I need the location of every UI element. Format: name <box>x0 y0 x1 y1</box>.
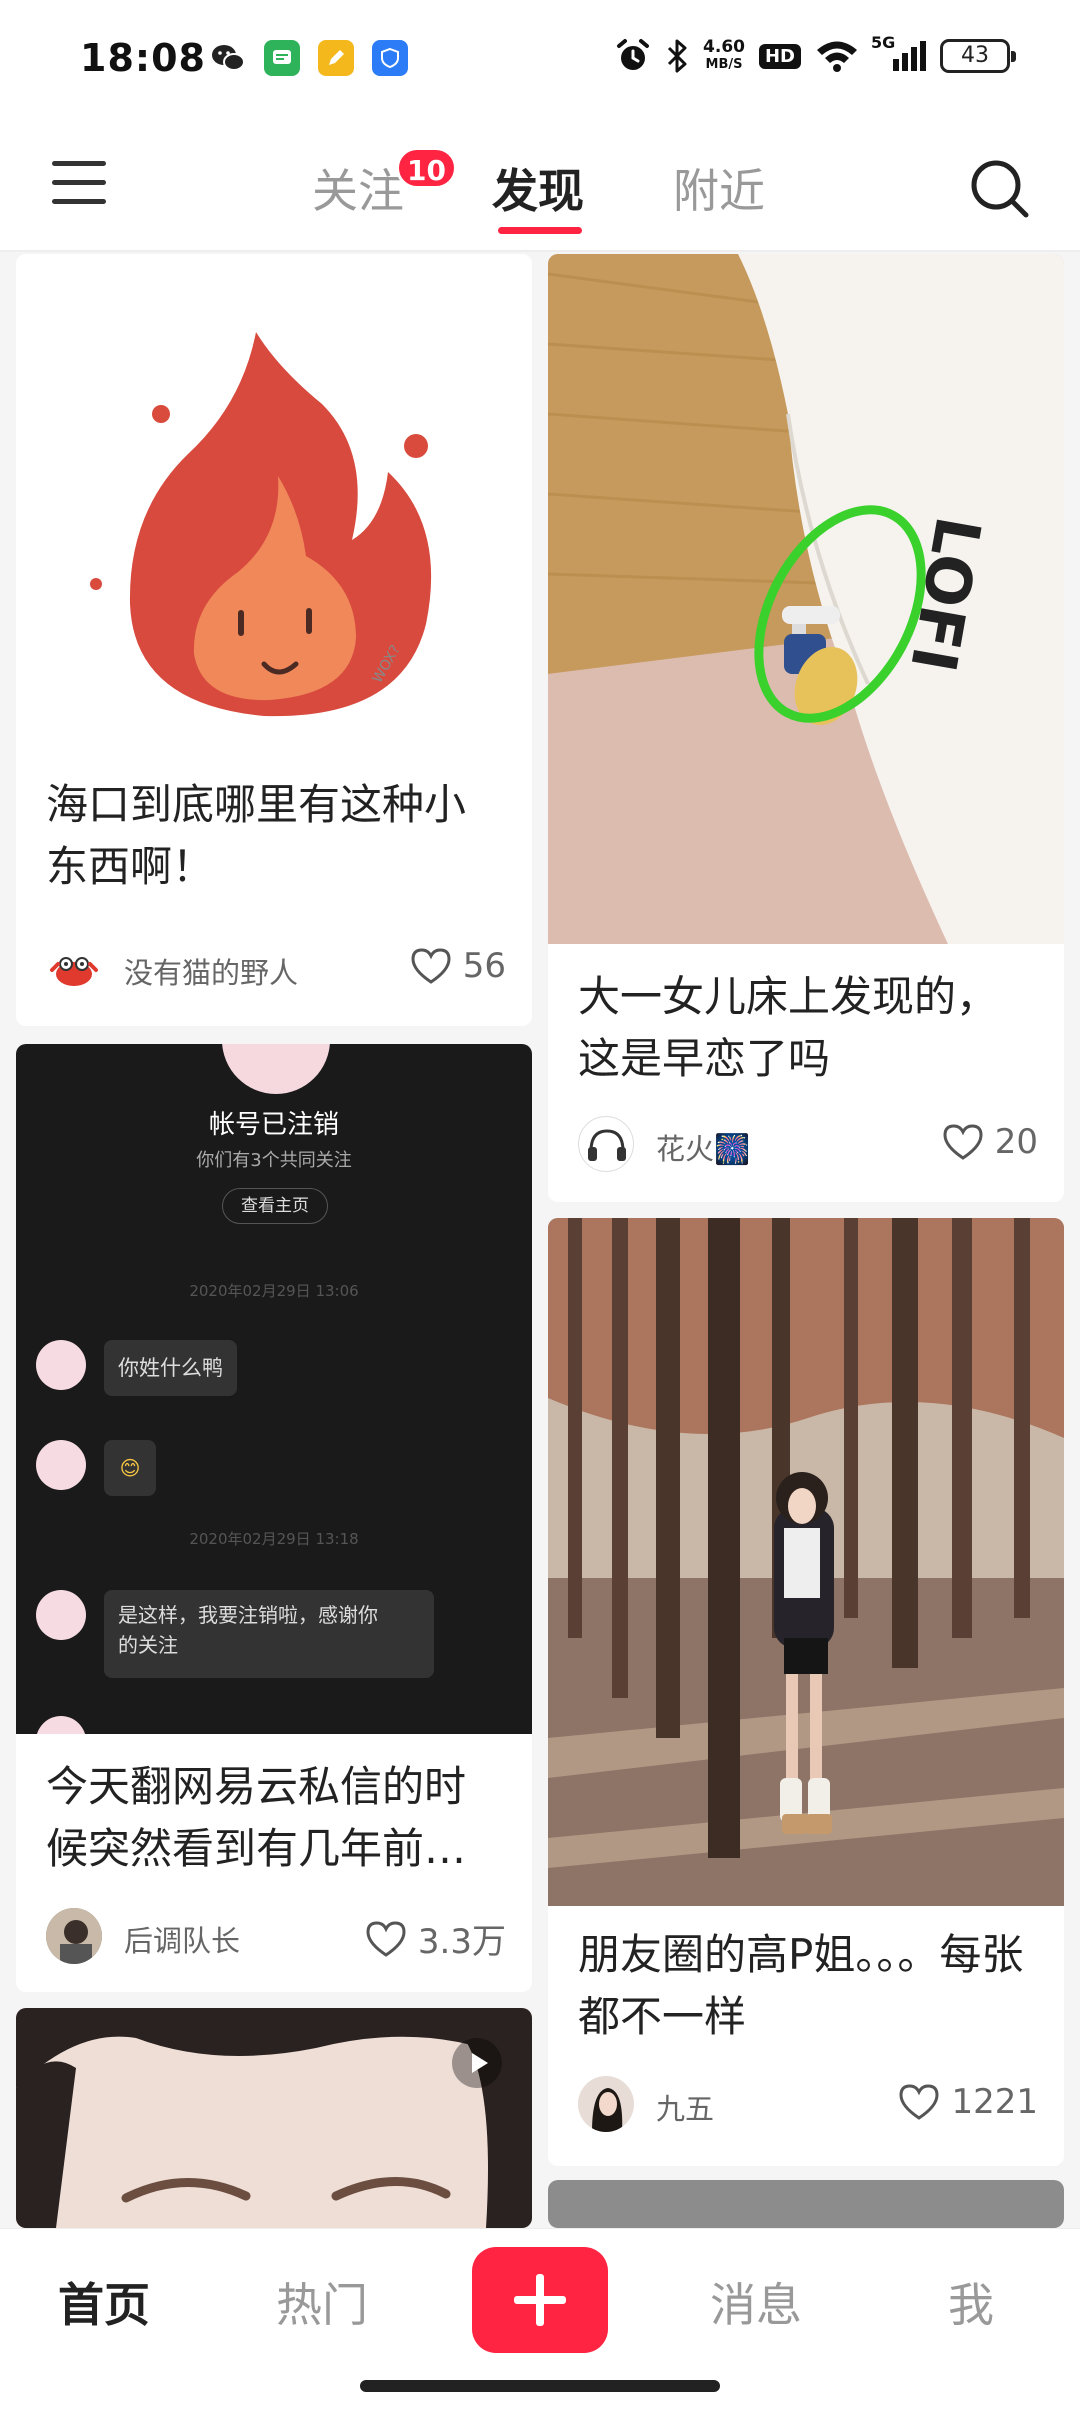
nav-messages[interactable]: 消息 <box>710 2269 802 2335</box>
author-avatar[interactable] <box>46 1908 102 1964</box>
post-meta: 九五 1221 <box>578 2076 1038 2136</box>
wechat-icon <box>210 40 246 76</box>
create-post-button[interactable] <box>472 2247 608 2353</box>
post-meta: 花火🎆 20 <box>578 1116 1038 1176</box>
home-indicator[interactable] <box>360 2380 720 2392</box>
like-button[interactable]: 3.3万 <box>364 1914 506 1963</box>
author-name[interactable]: 没有猫的野人 <box>124 950 298 992</box>
feed-card[interactable]: 朋友圈的高P姐。。。每张都不一样 九五 1221 <box>548 1218 1064 2166</box>
like-button[interactable]: 1221 <box>897 2082 1038 2122</box>
hd-badge: HD <box>758 43 801 69</box>
post-title[interactable]: 大一女儿床上发现的，这是早恋了吗 <box>578 966 1038 1090</box>
feed-card[interactable]: 帐号已注销 你们有3个共同关注 查看主页 2020年02月29日 13:06 你… <box>16 1044 532 1992</box>
chat-avatar <box>36 1716 86 1734</box>
heart-icon <box>943 1124 983 1160</box>
post-title[interactable]: 朋友圈的高P姐。。。每张都不一样 <box>578 1924 1038 2048</box>
post-meta: 后调队长 3.3万 <box>46 1908 506 1968</box>
author-name[interactable]: 后调队长 <box>124 1918 240 1960</box>
tab-discover[interactable]: 发现 <box>492 155 584 221</box>
like-count: 3.3万 <box>417 1922 506 1962</box>
status-indicators: 4.60 MB/S HD 5G 43 <box>615 33 1016 74</box>
post-image: 帐号已注销 你们有3个共同关注 查看主页 2020年02月29日 13:06 你… <box>16 1044 532 1734</box>
post-image <box>548 1218 1064 1906</box>
status-bar: 18:08 4.60 MB/S HD 5G 43 <box>0 0 1080 125</box>
feed-card[interactable]: WOX? 海口到底哪里有这种小东西啊！ 没有猫的野人 56 <box>16 254 532 1026</box>
search-icon[interactable] <box>968 157 1032 221</box>
video-thumbnail <box>16 2008 532 2228</box>
chat-avatar <box>36 1440 86 1490</box>
nav-hot[interactable]: 热门 <box>276 2269 368 2335</box>
video-play-icon <box>452 2038 502 2088</box>
feed-card[interactable]: LOFI 大一女儿床上发现的，这是早恋了吗 花火🎆 20 <box>548 254 1064 1202</box>
author-name[interactable]: 九五 <box>656 2086 714 2128</box>
network-speed: 4.60 MB/S <box>703 37 745 72</box>
chat-avatar-top <box>222 1044 330 1094</box>
signal-icon: 5G <box>871 33 926 71</box>
heart-icon <box>899 2084 939 2120</box>
nav-home[interactable]: 首页 <box>58 2269 150 2335</box>
chat-bubble-line: 是这样，我要注销啦，感谢你 <box>118 1603 378 1627</box>
menu-icon-line <box>52 161 106 166</box>
chat-bubble: 😊 <box>104 1440 156 1496</box>
messages-icon <box>264 40 300 76</box>
alarm-icon <box>617 39 650 70</box>
like-count: 1221 <box>951 2082 1038 2122</box>
follow-badge: 10 <box>396 147 457 189</box>
post-meta: 没有猫的野人 56 <box>46 940 506 1000</box>
like-button[interactable]: 20 <box>941 1122 1038 1162</box>
view-profile-button: 查看主页 <box>222 1188 328 1224</box>
author-name[interactable]: 花火🎆 <box>656 1126 750 1168</box>
menu-button[interactable] <box>52 161 110 217</box>
chat-subheader: 你们有3个共同关注 <box>196 1150 352 1171</box>
nav-me[interactable]: 我 <box>948 2269 994 2335</box>
post-title[interactable]: 今天翻网易云私信的时候突然看到有几年前… <box>46 1756 506 1880</box>
chat-header: 帐号已注销 <box>208 1110 339 1140</box>
active-tab-indicator <box>498 227 582 234</box>
like-count: 56 <box>462 946 506 986</box>
top-nav: 关注 10 发现 附近 <box>0 125 1080 252</box>
bluetooth-icon <box>667 39 687 73</box>
chat-date: 2020年02月29日 13:18 <box>189 1530 359 1548</box>
chat-bubble-line: 的关注 <box>118 1633 178 1657</box>
feed-card[interactable] <box>16 2008 532 2228</box>
author-avatar[interactable] <box>578 2076 634 2132</box>
heart-icon <box>411 948 451 984</box>
status-time: 18:08 <box>80 36 206 80</box>
tab-follow[interactable]: 关注 <box>312 155 404 221</box>
post-image <box>548 2180 1064 2228</box>
post-image: WOX? <box>16 254 532 754</box>
like-button[interactable]: 56 <box>409 946 506 986</box>
chat-bubble: 是这样，我要注销啦，感谢你 的关注 <box>104 1590 434 1678</box>
chat-avatar <box>36 1340 86 1390</box>
heart-icon <box>366 1920 406 1957</box>
battery-indicator: 43 <box>940 39 1016 73</box>
chat-date: 2020年02月29日 13:06 <box>189 1282 359 1300</box>
like-count: 20 <box>994 1122 1038 1162</box>
feed-card[interactable] <box>548 2180 1064 2228</box>
menu-icon-line <box>52 199 106 204</box>
notes-icon <box>318 40 354 76</box>
tab-nearby[interactable]: 附近 <box>673 155 765 221</box>
post-title[interactable]: 海口到底哪里有这种小东西啊！ <box>46 774 506 898</box>
status-app-icons <box>210 40 408 76</box>
chat-avatar <box>36 1590 86 1640</box>
wifi-icon <box>817 41 857 72</box>
security-icon <box>372 40 408 76</box>
author-avatar[interactable] <box>46 940 102 996</box>
post-image: LOFI <box>548 254 1064 944</box>
author-avatar[interactable] <box>578 1116 634 1172</box>
chat-bubble: 你姓什么鸭 <box>104 1340 237 1396</box>
menu-icon-line <box>52 180 106 185</box>
